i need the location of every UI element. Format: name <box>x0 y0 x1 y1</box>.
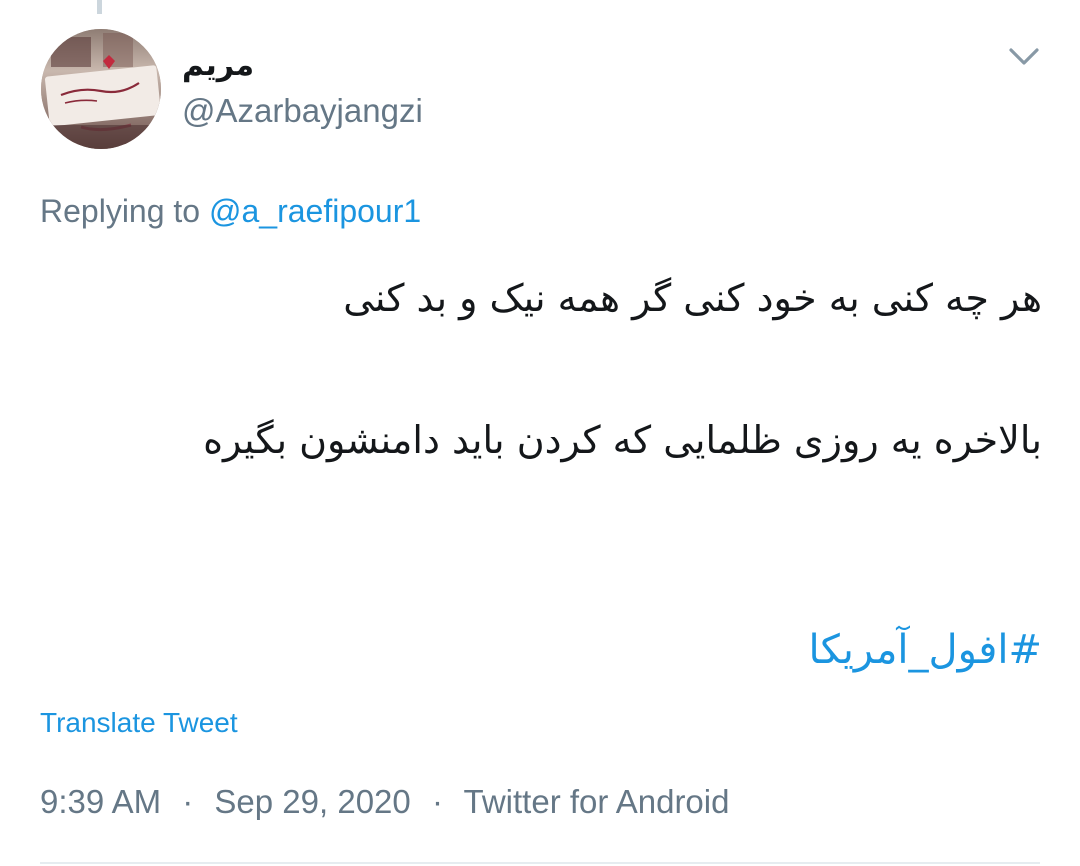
tweet-date[interactable]: Sep 29, 2020 <box>214 783 410 820</box>
tweet-time[interactable]: 9:39 AM <box>40 783 161 820</box>
tweet-source[interactable]: Twitter for Android <box>464 783 730 820</box>
reply-to-handle-link[interactable]: @a_raefipour1 <box>209 193 421 229</box>
tweet-metadata: 9:39 AM · Sep 29, 2020 · Twitter for And… <box>40 780 729 824</box>
chevron-down-icon <box>1009 48 1039 65</box>
author-display-name[interactable]: مریم <box>182 46 254 86</box>
reply-context: Replying to @a_raefipour1 <box>40 191 421 231</box>
tweet-body: هر چه کنی به خود کنی گر همه نیک و بد کنی… <box>120 270 1042 468</box>
tweet-text-line-1: هر چه کنی به خود کنی گر همه نیک و بد کنی <box>343 276 1042 320</box>
tweet-options-button[interactable] <box>1002 40 1046 76</box>
avatar-image <box>41 29 161 149</box>
hashtag-link[interactable]: #افول_آمریکا <box>809 620 1043 680</box>
meta-separator: · <box>182 783 194 820</box>
tweet-text-line-2: بالاخره یه روزی ظلمایی که کردن باید دامن… <box>203 418 1042 462</box>
divider <box>40 862 1040 864</box>
meta-separator: · <box>431 783 443 820</box>
avatar[interactable] <box>41 29 161 149</box>
thread-connector-line <box>97 0 102 14</box>
author-handle[interactable]: @Azarbayjangzi <box>182 90 423 132</box>
translate-tweet-link[interactable]: Translate Tweet <box>40 703 238 743</box>
reply-prefix: Replying to <box>40 193 201 229</box>
